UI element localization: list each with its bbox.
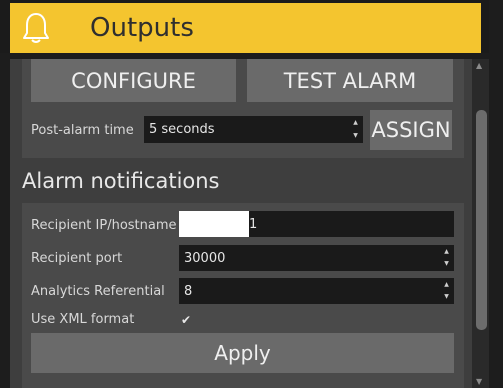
analytics-referential-value: 8 [184,283,193,299]
analytics-referential-label: Analytics Referential [31,284,165,299]
assign-button[interactable]: ASSIGN [370,110,452,150]
recipient-port-value: 30000 [184,250,226,266]
test-alarm-button[interactable]: TEST ALARM [247,59,453,102]
spin-up-icon[interactable]: ▲ [444,281,449,289]
spin-arrows[interactable]: ▲ ▼ [442,281,451,301]
redacted-block [179,211,249,237]
recipient-host-value: 1 [249,216,258,232]
spin-down-icon[interactable]: ▼ [444,260,449,268]
analytics-referential-spinbox[interactable]: 8 ▲ ▼ [179,278,454,304]
use-xml-format-label: Use XML format [31,312,135,327]
page-title: Outputs [90,13,194,43]
alarm-notifications-title: Alarm notifications [22,169,220,193]
checkmark-icon: ✔ [180,313,192,327]
recipient-port-label: Recipient port [31,251,123,266]
scrollbar-thumb[interactable] [476,110,487,330]
alarm-notifications-section: Recipient IP/hostname 1 Recipient port 3… [22,203,464,388]
apply-button[interactable]: Apply [31,333,454,373]
post-alarm-time-value: 5 seconds [149,122,215,137]
recipient-host-label: Recipient IP/hostname [31,218,177,233]
spin-arrows[interactable]: ▲ ▼ [442,248,451,268]
alarm-output-section: CONFIGURE TEST ALARM Post-alarm time 5 s… [22,59,464,158]
spin-down-icon[interactable]: ▼ [353,132,358,140]
scroll-down-icon[interactable]: ▼ [476,377,482,386]
window-edge [489,0,503,388]
outputs-panel: CONFIGURE TEST ALARM Post-alarm time 5 s… [10,59,472,388]
spin-down-icon[interactable]: ▼ [444,293,449,301]
recipient-host-input[interactable]: 1 [179,211,454,237]
configure-button[interactable]: CONFIGURE [31,59,236,102]
scroll-up-icon[interactable]: ▲ [476,61,482,70]
spin-arrows[interactable]: ▲ ▼ [351,119,360,140]
page-header: Outputs [0,0,489,53]
vertical-scrollbar[interactable]: ▲ ▼ [472,59,489,388]
post-alarm-time-spinbox[interactable]: 5 seconds ▲ ▼ [144,116,363,143]
recipient-port-spinbox[interactable]: 30000 ▲ ▼ [179,245,454,271]
post-alarm-time-label: Post-alarm time [31,123,134,138]
spin-up-icon[interactable]: ▲ [353,119,358,127]
use-xml-format-checkbox[interactable]: ✔ [179,313,193,327]
spin-up-icon[interactable]: ▲ [444,248,449,256]
bell-icon [23,13,49,43]
